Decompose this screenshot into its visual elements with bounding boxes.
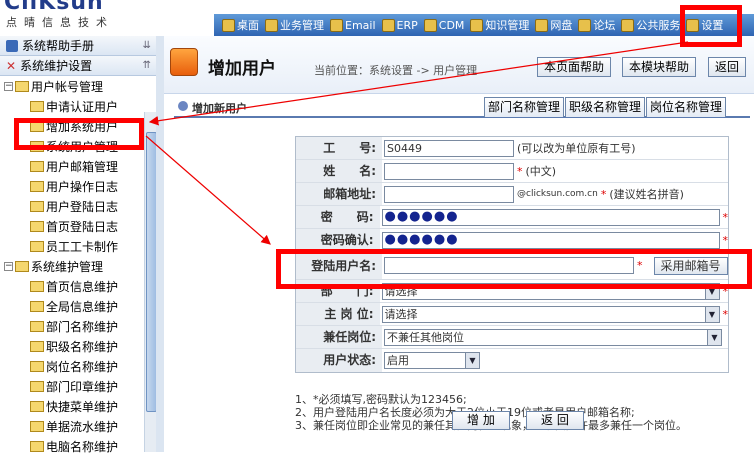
arrow-line bbox=[148, 41, 689, 126]
annotation-arrows bbox=[145, 41, 689, 245]
arrow-line bbox=[145, 135, 271, 245]
